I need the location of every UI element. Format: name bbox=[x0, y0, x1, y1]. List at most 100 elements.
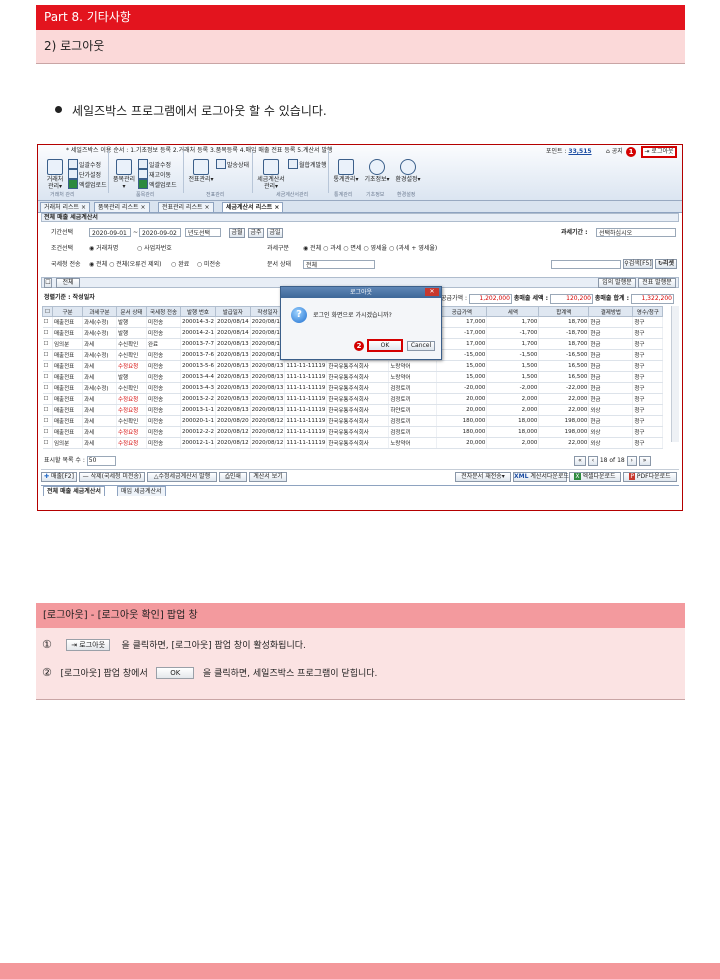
row-checkbox[interactable]: ☐ bbox=[42, 437, 53, 449]
table-row[interactable]: ☐ 매출전표 과세 수정요청 미전송 200012-2-2 2020/08/12 2020/0… bbox=[42, 426, 664, 438]
next-page-button[interactable]: › bbox=[626, 456, 637, 466]
grid-header[interactable]: 발급일자 bbox=[214, 306, 251, 317]
delete-button[interactable]: — 삭제(국세청 미전송) bbox=[79, 472, 145, 482]
table-cell: 현금 bbox=[588, 316, 634, 328]
month-button[interactable]: 금월 bbox=[229, 228, 245, 238]
tab-client-list[interactable]: 거래처 리스트 × bbox=[40, 202, 90, 212]
grid-header[interactable]: 발행 번호 bbox=[180, 306, 216, 317]
tax-type-radios[interactable]: ◉ 전체 ○ 과세 ○ 면세 ○ 영세율 ○ (과세 + 영세율) bbox=[303, 245, 437, 253]
pdf-download-button[interactable]: P PDF다운로드 bbox=[623, 472, 677, 482]
table-row[interactable]: ☐ 매출전표 과세 수신확인 미전송 200020-1-1 2020/08/20 2020/0… bbox=[42, 415, 664, 427]
grid-header[interactable]: 문서 상태 bbox=[116, 306, 147, 317]
logout-button[interactable]: ⇥ 로그아웃 bbox=[641, 146, 677, 158]
year-select[interactable]: 년도선택 bbox=[185, 228, 221, 237]
dialog-ok-button[interactable]: OK bbox=[367, 339, 403, 352]
question-icon: ? bbox=[291, 307, 307, 323]
row-checkbox[interactable]: ☐ bbox=[42, 382, 53, 394]
sale-button[interactable]: ✚ 매출[F2] bbox=[41, 472, 77, 482]
item-excel-button[interactable]: 엑셀업로드 bbox=[138, 179, 177, 190]
xml-download-button[interactable]: XML 계산서다운로드 bbox=[513, 472, 569, 482]
stats-button[interactable]: 통계관리▾ bbox=[333, 159, 359, 183]
nts-radios[interactable]: ◉ 전체 ○ 전체(오류건 제외) ○ 완료 ○ 미전송 bbox=[89, 261, 221, 269]
table-cell: 임의분 bbox=[52, 437, 83, 449]
notice-button[interactable]: ⌂ 공지 bbox=[606, 148, 623, 156]
grid-header[interactable]: 구분 bbox=[52, 306, 83, 317]
table-cell: 노랑약어 bbox=[388, 360, 438, 372]
excel-upload-button[interactable]: 엑셀업로드 bbox=[68, 179, 107, 190]
batch-issue-button[interactable]: 전표 발행분 bbox=[638, 278, 676, 288]
row-checkbox[interactable]: ☐ bbox=[42, 360, 53, 372]
collapse-button[interactable]: ☐ bbox=[44, 278, 52, 288]
tab-all-sales[interactable]: 전체 매출 세금계산서 bbox=[43, 486, 105, 496]
tax-invoice-button[interactable]: 세금계산서 관리▾ bbox=[257, 159, 285, 190]
reset-button[interactable]: ↻리셋 bbox=[655, 259, 677, 269]
row-checkbox[interactable]: ☐ bbox=[42, 338, 53, 350]
table-cell: 미전송 bbox=[146, 316, 181, 328]
page-size-select[interactable]: 50 bbox=[86, 456, 116, 466]
summary-bar: 공급가액 : 1,202,000 총매출 세액 : 120,200 총매출 합계… bbox=[441, 294, 674, 304]
close-icon[interactable]: ✕ bbox=[425, 288, 439, 296]
row-checkbox[interactable]: ☐ bbox=[42, 415, 53, 427]
first-page-button[interactable]: « bbox=[574, 456, 586, 466]
excel-download-button[interactable]: X 엑셀다운로드 bbox=[569, 472, 621, 482]
grid-header[interactable]: 공급가액 bbox=[436, 306, 488, 317]
grid-header[interactable]: 과세구분 bbox=[82, 306, 117, 317]
row-checkbox[interactable]: ☐ bbox=[42, 404, 53, 416]
table-row[interactable]: ☐ 매출전표 과세 수정요청 미전송 200013-5-6 2020/08/13 2020/0… bbox=[42, 360, 664, 372]
monthly-issue-button[interactable]: 월합계발행 bbox=[288, 159, 327, 170]
total-tab[interactable]: 전체 bbox=[56, 278, 80, 288]
item-manage-button[interactable]: 품목관리▾ bbox=[112, 159, 136, 190]
print-button[interactable]: ⎙인쇄 bbox=[219, 472, 247, 482]
tab-slip-list[interactable]: 전표관리 리스트 × bbox=[158, 202, 214, 212]
settings-button[interactable]: 환경설정▾ bbox=[395, 159, 421, 183]
basic-info-button[interactable]: 기초정보▾ bbox=[364, 159, 390, 183]
table-cell: 111-11-11119 bbox=[284, 415, 328, 427]
tab-purchase[interactable]: 매입 세금계산서 bbox=[117, 486, 166, 496]
row-checkbox[interactable]: ☐ bbox=[42, 349, 53, 361]
dialog-cancel-button[interactable]: Cancel bbox=[407, 341, 435, 351]
fake-issue-button[interactable]: 임의 발행분 bbox=[598, 278, 636, 288]
table-row[interactable]: ☐ 매출전표 과세 수정요청 미전송 200013-1-1 2020/08/13 2020/0… bbox=[42, 404, 664, 416]
grid-header[interactable]: 영수/청구 bbox=[632, 306, 664, 317]
today-button[interactable]: 금일 bbox=[267, 228, 283, 238]
slip-status-button[interactable]: 발송상태 bbox=[216, 159, 249, 170]
invoice-icon bbox=[263, 159, 279, 175]
table-row[interactable]: ☐ 매출전표 과세(수정) 수신확인 미전송 200013-4-3 2020/08/13 20… bbox=[42, 382, 664, 394]
table-row[interactable]: ☐ 매출전표 과세 발행 미전송 200013-4-4 2020/08/13 2020/08/… bbox=[42, 371, 664, 383]
cond-radio-name[interactable]: ◉ 거래처명 bbox=[89, 245, 118, 253]
row-checkbox[interactable]: ☐ bbox=[42, 316, 53, 328]
week-button[interactable]: 금주 bbox=[248, 228, 264, 238]
slip-manage-button[interactable]: 전표관리▾ bbox=[188, 159, 214, 183]
grid-header[interactable]: 합계액 bbox=[538, 306, 590, 317]
grid-header[interactable]: 국세청 전송 bbox=[146, 306, 181, 317]
date-from-input[interactable]: 2020-09-01 bbox=[89, 228, 131, 237]
last-page-button[interactable]: » bbox=[638, 456, 651, 466]
table-row[interactable]: ☐ 매출전표 과세 수정요청 미전송 200013-2-2 2020/08/13 2020/0… bbox=[42, 393, 664, 405]
tax-period-select[interactable]: 선택하십시오 bbox=[596, 228, 676, 237]
doc-state-select[interactable]: 전체 bbox=[303, 260, 375, 269]
prev-page-button[interactable]: ‹ bbox=[587, 456, 598, 466]
modify-issue-button[interactable]: △수정세금계산서 발행 bbox=[147, 472, 217, 482]
date-to-input[interactable]: 2020-09-02 bbox=[139, 228, 181, 237]
search-button[interactable]: ⚲검색[F5] bbox=[623, 259, 653, 269]
grid-header[interactable]: 결제방법 bbox=[588, 306, 634, 317]
grid-scrollbar[interactable] bbox=[671, 306, 679, 442]
tab-tax-list[interactable]: 세금계산서 리스트 × bbox=[222, 202, 284, 212]
table-cell: 수정요청 bbox=[116, 360, 147, 372]
view-invoice-button[interactable]: 계산서 보기 bbox=[249, 472, 287, 482]
table-cell: 과세 bbox=[82, 426, 117, 438]
table-row[interactable]: ☐ 임의분 과세 수정요청 미전송 200012-1-1 2020/08/12 2020/08… bbox=[42, 437, 664, 449]
row-checkbox[interactable]: ☐ bbox=[42, 426, 53, 438]
tax-period-label: 과세기간 : bbox=[561, 229, 588, 236]
row-checkbox[interactable]: ☐ bbox=[42, 327, 53, 339]
tab-item-list[interactable]: 품목관리 리스트 × bbox=[94, 202, 150, 212]
badge-2: 2 bbox=[354, 341, 364, 351]
grid-header[interactable]: 세액 bbox=[486, 306, 540, 317]
table-cell: 미전송 bbox=[146, 360, 181, 372]
client-manage-button[interactable]: 거래처 관리▾ bbox=[44, 159, 66, 190]
search-input[interactable] bbox=[551, 260, 621, 269]
cond-radio-bizno[interactable]: ○ 사업자번호 bbox=[137, 245, 172, 253]
row-checkbox[interactable]: ☐ bbox=[42, 393, 53, 405]
resend-button[interactable]: 전자문서 재전송▾ bbox=[455, 472, 511, 482]
row-checkbox[interactable]: ☐ bbox=[42, 371, 53, 383]
